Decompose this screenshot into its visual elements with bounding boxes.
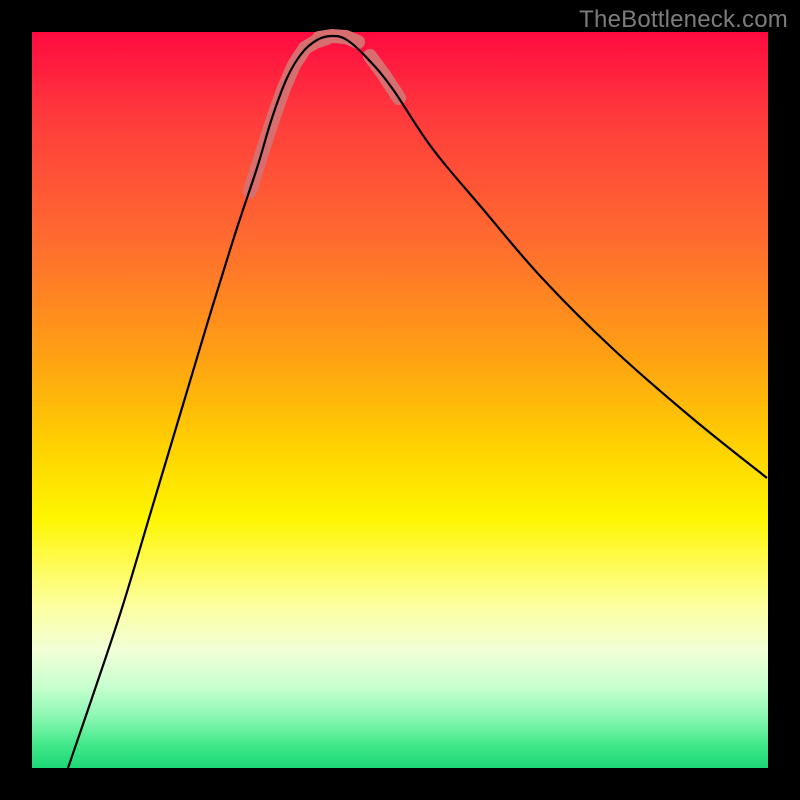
chart-area [32, 32, 768, 768]
overlay-left-segment [250, 38, 327, 191]
overlay-group [250, 36, 399, 191]
chart-svg [32, 32, 768, 768]
bottleneck-curve [68, 36, 767, 768]
watermark-text: TheBottleneck.com [579, 6, 788, 34]
